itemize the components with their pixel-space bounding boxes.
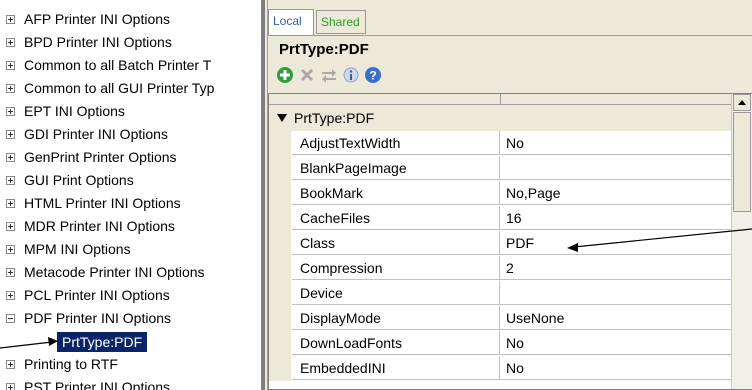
scroll-up-button[interactable] [733, 94, 751, 111]
property-value[interactable]: 2 [500, 256, 731, 280]
scroll-thumb[interactable] [733, 112, 751, 212]
property-row[interactable]: BookMark No,Page [269, 181, 731, 206]
tree-item[interactable]: Common to all GUI Printer Typ [0, 78, 261, 100]
tree-item-label: Common to all Batch Printer T [24, 57, 212, 73]
tree-item[interactable]: GenPrint Printer Options [0, 147, 261, 169]
vertical-scrollbar[interactable] [731, 94, 752, 389]
property-value[interactable]: UseNone [500, 306, 731, 330]
tree-item-label: Printing to RTF [24, 356, 118, 372]
property-grid: PrtType:PDF AdjustTextWidth No BlankPage… [268, 93, 752, 390]
tree-item[interactable]: EPT INI Options [0, 101, 261, 123]
add-icon[interactable] [276, 66, 294, 84]
property-value[interactable]: 16 [500, 206, 731, 230]
tree-item-label: AFP Printer INI Options [24, 11, 171, 27]
delete-icon[interactable] [298, 66, 316, 84]
svg-text:?: ? [369, 69, 376, 83]
tree-item-label: PCL Printer INI Options [24, 287, 170, 303]
tree-item-label: GDI Printer INI Options [24, 126, 168, 142]
property-value[interactable]: No [500, 331, 731, 355]
property-value[interactable]: No [500, 131, 731, 155]
property-row[interactable]: DownLoadFonts No [269, 331, 731, 356]
tree-item-label: Common to all GUI Printer Typ [24, 80, 215, 96]
property-row[interactable]: EmbeddedINI No [269, 356, 731, 381]
tree-item[interactable]: Metacode Printer INI Options [0, 262, 261, 284]
tree-item[interactable]: PCL Printer INI Options [0, 285, 261, 307]
expand-icon[interactable] [6, 15, 15, 24]
property-name: Device [292, 281, 500, 305]
property-name: Class [292, 231, 500, 255]
property-row[interactable]: DisplayMode UseNone [269, 306, 731, 331]
property-row[interactable]: Device [269, 281, 731, 306]
expand-icon[interactable] [6, 107, 15, 116]
options-tree: AFP Printer INI Options BPD Printer INI … [0, 0, 261, 390]
property-value[interactable] [500, 156, 731, 180]
panel-title: PrtType:PDF [268, 35, 752, 60]
group-row[interactable]: PrtType:PDF [269, 105, 731, 131]
tree-item-label: Metacode Printer INI Options [24, 264, 205, 280]
expand-icon[interactable] [6, 360, 15, 369]
tree-item[interactable]: MDR Printer INI Options [0, 216, 261, 238]
tree-item-label: GenPrint Printer Options [24, 149, 177, 165]
expand-icon[interactable] [6, 222, 15, 231]
tree-item-label: EPT INI Options [24, 103, 125, 119]
tab-local[interactable]: Local [268, 9, 314, 35]
expand-icon[interactable] [6, 84, 15, 93]
expand-icon[interactable] [6, 176, 15, 185]
tree-item-label: MDR Printer INI Options [24, 218, 175, 234]
group-label: PrtType:PDF [294, 110, 375, 126]
property-value[interactable] [500, 281, 731, 305]
tree-item-label: MPM INI Options [24, 241, 131, 257]
property-row-class[interactable]: Class PDF [269, 231, 731, 256]
expand-icon[interactable] [6, 268, 15, 277]
property-value[interactable]: PDF [500, 231, 731, 255]
tree-item[interactable]: Printing to RTF [0, 354, 261, 376]
collapse-triangle-icon[interactable] [277, 114, 287, 122]
grid-header [269, 94, 731, 105]
tree-item-label: GUI Print Options [24, 172, 134, 188]
tree-item[interactable]: PST Printer INI Options [0, 377, 261, 390]
move-icon[interactable] [320, 66, 338, 84]
property-row[interactable]: BlankPageImage [269, 156, 731, 181]
help-icon[interactable]: ? [364, 66, 382, 84]
tree-item-label: HTML Printer INI Options [24, 195, 181, 211]
properties-pane: Local Shared PrtType:PDF ? PrtType:PDF A… [268, 0, 752, 390]
expand-icon[interactable] [6, 245, 15, 254]
tree-item[interactable]: GDI Printer INI Options [0, 124, 261, 146]
property-row[interactable]: AdjustTextWidth No [269, 131, 731, 156]
property-row[interactable]: CacheFiles 16 [269, 206, 731, 231]
tree-item[interactable]: MPM INI Options [0, 239, 261, 261]
expand-icon[interactable] [6, 383, 15, 390]
expand-icon[interactable] [6, 291, 15, 300]
tree-item[interactable]: Common to all Batch Printer T [0, 55, 261, 77]
property-name: DownLoadFonts [292, 331, 500, 355]
expand-icon[interactable] [6, 38, 15, 47]
property-value[interactable]: No [500, 356, 731, 380]
tab-shared[interactable]: Shared [316, 10, 366, 34]
collapse-icon[interactable] [6, 314, 15, 323]
property-name: DisplayMode [292, 306, 500, 330]
tree-item-pdf[interactable]: PDF Printer INI Options [0, 308, 261, 330]
expand-icon[interactable] [6, 199, 15, 208]
property-value[interactable]: No,Page [500, 181, 731, 205]
tree-item[interactable]: GUI Print Options [0, 170, 261, 192]
tree-item[interactable]: AFP Printer INI Options [0, 9, 261, 31]
property-name: AdjustTextWidth [292, 131, 500, 155]
property-name: CacheFiles [292, 206, 500, 230]
property-name: BookMark [292, 181, 500, 205]
property-row[interactable]: Compression 2 [269, 256, 731, 281]
property-name: BlankPageImage [292, 156, 500, 180]
property-name: EmbeddedINI [292, 356, 500, 380]
tree-item-label: PDF Printer INI Options [24, 310, 172, 326]
tree-item[interactable]: HTML Printer INI Options [0, 193, 261, 215]
tree-item[interactable]: BPD Printer INI Options [0, 32, 261, 54]
tree-item-prttype-pdf[interactable]: PrtType:PDF [57, 332, 148, 352]
info-icon[interactable] [342, 66, 360, 84]
property-name: Compression [292, 256, 500, 280]
tree-item-label: PST Printer INI Options [24, 379, 171, 390]
tree-item-label: BPD Printer INI Options [24, 34, 172, 50]
expand-icon[interactable] [6, 130, 15, 139]
expand-icon[interactable] [6, 61, 15, 70]
expand-icon[interactable] [6, 153, 15, 162]
